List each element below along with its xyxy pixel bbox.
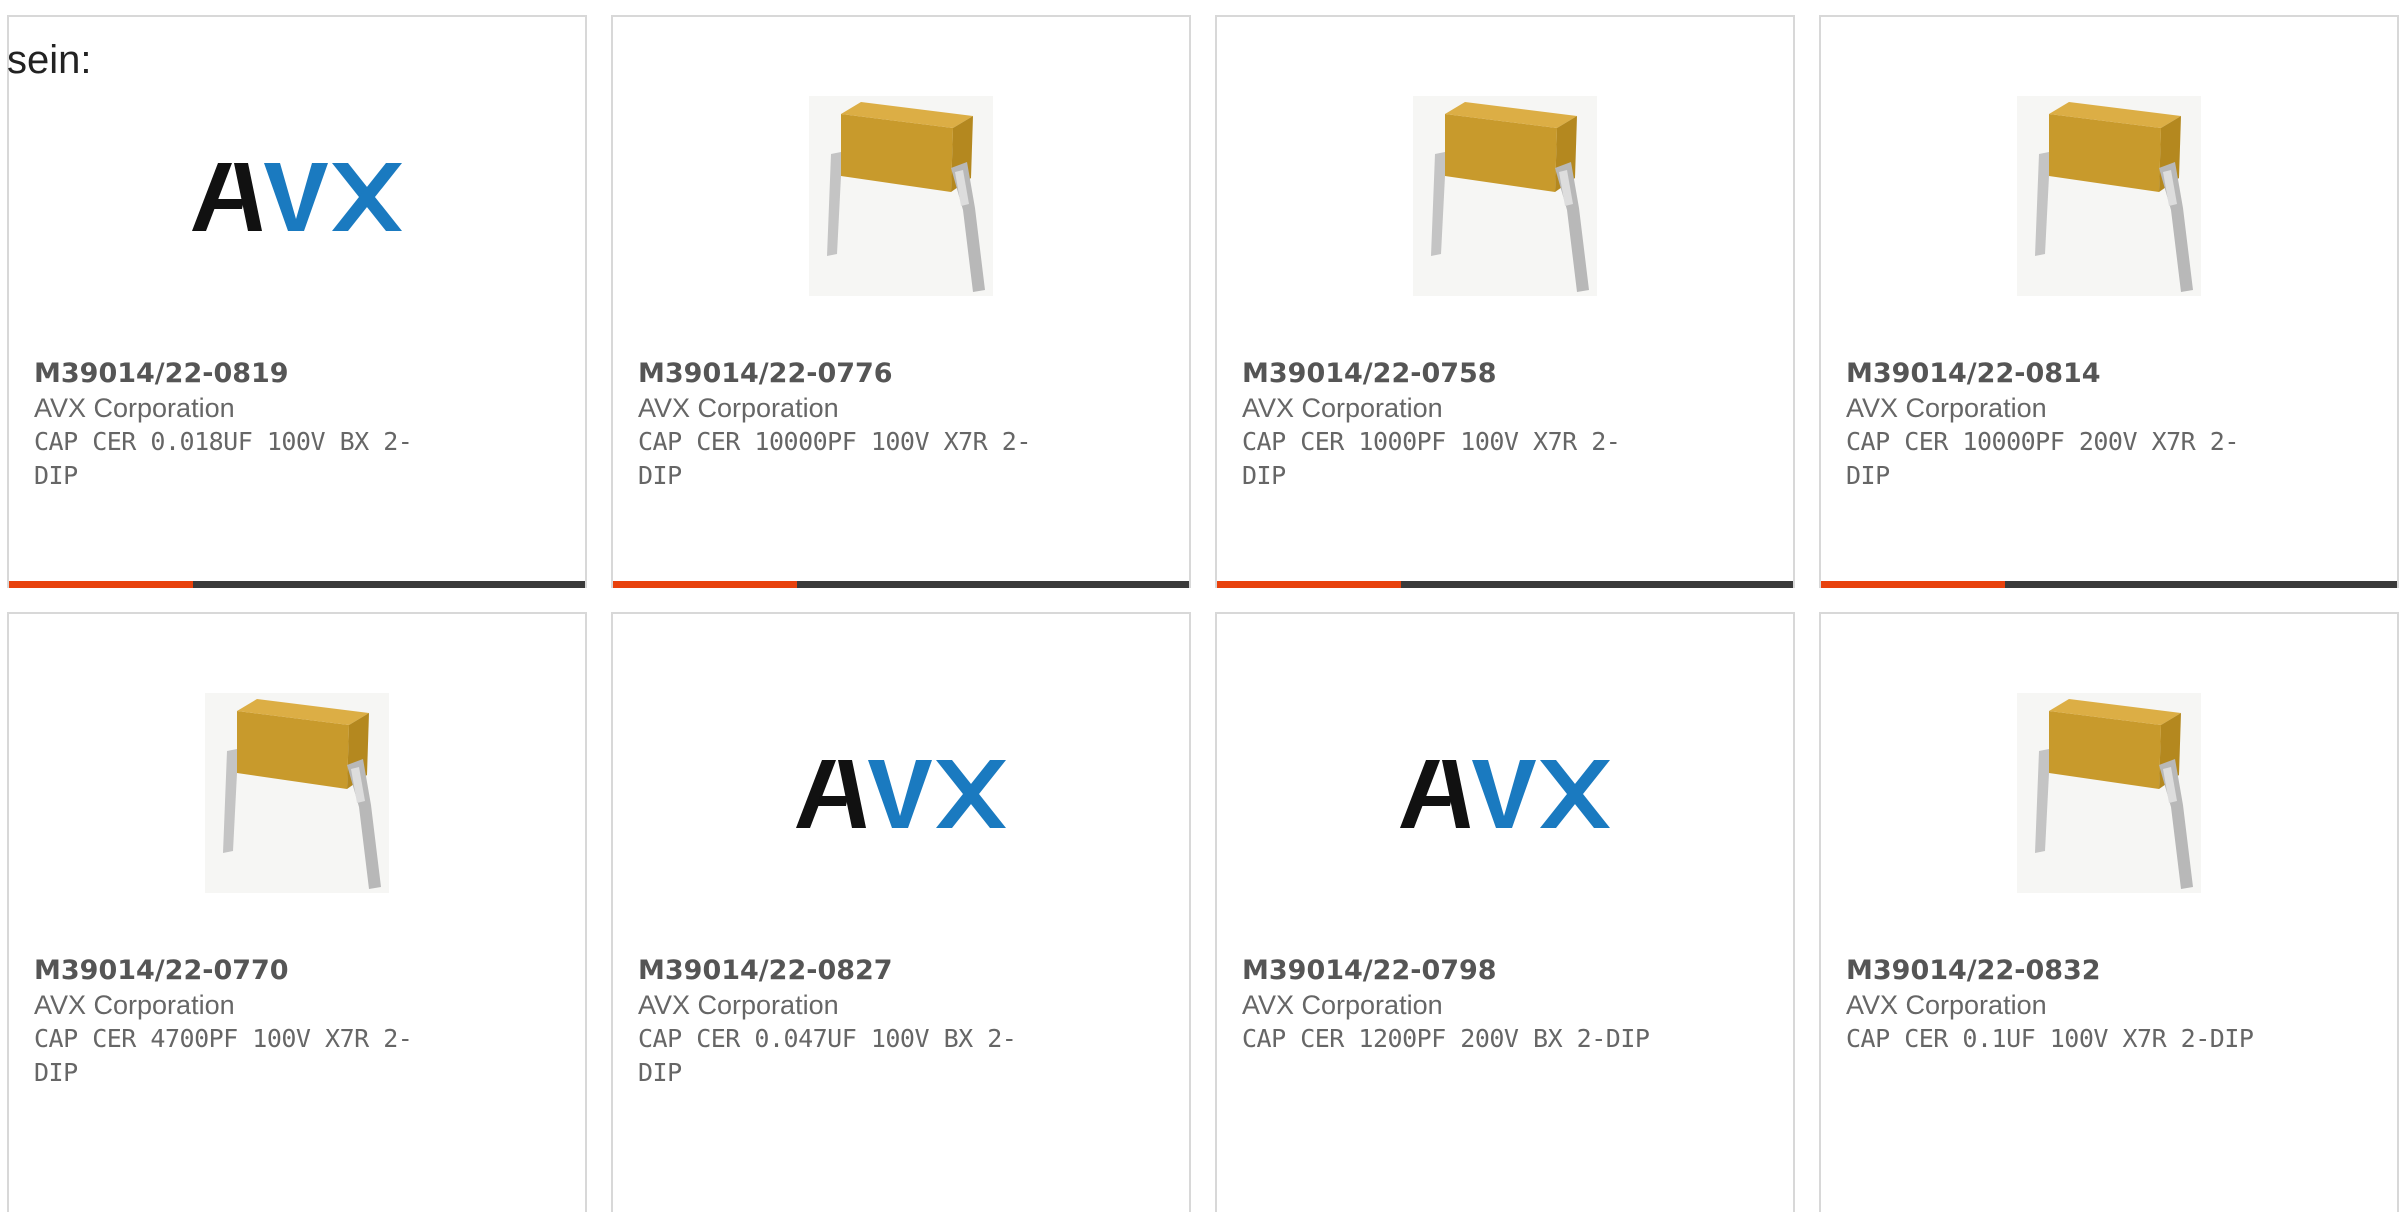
product-card[interactable]: M39014/22-0832 AVX Corporation CAP CER 0… xyxy=(1819,612,2399,1212)
progress-accent xyxy=(9,581,194,588)
part-number-link[interactable]: M39014/22-0832 xyxy=(1846,954,2266,988)
capacitor-icon xyxy=(2017,96,2201,296)
product-info: M39014/22-0758 AVX Corporation CAP CER 1… xyxy=(1242,357,1662,493)
description: CAP CER 4700PF 100V X7R 2-DIP xyxy=(34,1024,413,1087)
product-info: M39014/22-0798 AVX Corporation CAP CER 1… xyxy=(1242,954,1662,1056)
manufacturer: AVX Corporation xyxy=(1846,393,2047,423)
product-card[interactable]: M39014/22-0827 AVX Corporation CAP CER 0… xyxy=(611,612,1191,1212)
product-card[interactable]: M39014/22-0758 AVX Corporation CAP CER 1… xyxy=(1215,15,1795,588)
part-number-link[interactable]: M39014/22-0776 xyxy=(638,357,1058,391)
product-grid: M39014/22-0819 AVX Corporation CAP CER 0… xyxy=(7,15,2400,1212)
manufacturer: AVX Corporation xyxy=(1242,990,1443,1020)
product-image[interactable] xyxy=(1217,77,1793,317)
product-card[interactable]: M39014/22-0814 AVX Corporation CAP CER 1… xyxy=(1819,15,2399,588)
card-progress-bar xyxy=(1821,581,2397,588)
description: CAP CER 0.1UF 100V X7R 2-DIP xyxy=(1846,1024,2254,1053)
manufacturer: AVX Corporation xyxy=(638,393,839,423)
capacitor-icon xyxy=(2017,693,2201,893)
description: CAP CER 0.018UF 100V BX 2-DIP xyxy=(34,427,413,490)
product-card[interactable]: M39014/22-0798 AVX Corporation CAP CER 1… xyxy=(1215,612,1795,1212)
product-image[interactable] xyxy=(613,674,1189,914)
product-info: M39014/22-0819 AVX Corporation CAP CER 0… xyxy=(34,357,454,493)
manufacturer: AVX Corporation xyxy=(34,393,235,423)
part-number-link[interactable]: M39014/22-0770 xyxy=(34,954,454,988)
manufacturer: AVX Corporation xyxy=(638,990,839,1020)
manufacturer: AVX Corporation xyxy=(34,990,235,1020)
product-image[interactable] xyxy=(1217,674,1793,914)
capacitor-icon xyxy=(809,96,993,296)
card-progress-bar xyxy=(1217,581,1793,588)
product-info: M39014/22-0814 AVX Corporation CAP CER 1… xyxy=(1846,357,2266,493)
avx-logo xyxy=(192,163,402,231)
product-image[interactable] xyxy=(9,77,585,317)
product-image[interactable] xyxy=(613,77,1189,317)
product-info: M39014/22-0776 AVX Corporation CAP CER 1… xyxy=(638,357,1058,493)
description: CAP CER 0.047UF 100V BX 2-DIP xyxy=(638,1024,1017,1087)
capacitor-icon xyxy=(205,693,389,893)
avx-logo xyxy=(1400,760,1610,828)
part-number-link[interactable]: M39014/22-0814 xyxy=(1846,357,2266,391)
part-number-link[interactable]: M39014/22-0798 xyxy=(1242,954,1662,988)
description: CAP CER 10000PF 100V X7R 2-DIP xyxy=(638,427,1031,490)
card-progress-bar xyxy=(9,581,585,588)
intro-text: sein: xyxy=(7,38,92,82)
part-number-link[interactable]: M39014/22-0827 xyxy=(638,954,1058,988)
product-image[interactable] xyxy=(1821,674,2397,914)
product-image[interactable] xyxy=(9,674,585,914)
product-card[interactable]: M39014/22-0770 AVX Corporation CAP CER 4… xyxy=(7,612,587,1212)
description: CAP CER 1200PF 200V BX 2-DIP xyxy=(1242,1024,1650,1053)
card-progress-bar xyxy=(613,581,1189,588)
manufacturer: AVX Corporation xyxy=(1242,393,1443,423)
product-card[interactable]: M39014/22-0819 AVX Corporation CAP CER 0… xyxy=(7,15,587,588)
description: CAP CER 10000PF 200V X7R 2-DIP xyxy=(1846,427,2239,490)
product-info: M39014/22-0770 AVX Corporation CAP CER 4… xyxy=(34,954,454,1090)
product-card[interactable]: M39014/22-0776 AVX Corporation CAP CER 1… xyxy=(611,15,1191,588)
avx-logo xyxy=(796,760,1006,828)
manufacturer: AVX Corporation xyxy=(1846,990,2047,1020)
part-number-link[interactable]: M39014/22-0758 xyxy=(1242,357,1662,391)
product-info: M39014/22-0832 AVX Corporation CAP CER 0… xyxy=(1846,954,2266,1056)
description: CAP CER 1000PF 100V X7R 2-DIP xyxy=(1242,427,1621,490)
progress-accent xyxy=(1217,581,1402,588)
progress-accent xyxy=(613,581,798,588)
product-image[interactable] xyxy=(1821,77,2397,317)
capacitor-icon xyxy=(1413,96,1597,296)
product-info: M39014/22-0827 AVX Corporation CAP CER 0… xyxy=(638,954,1058,1090)
part-number-link[interactable]: M39014/22-0819 xyxy=(34,357,454,391)
progress-accent xyxy=(1821,581,2006,588)
